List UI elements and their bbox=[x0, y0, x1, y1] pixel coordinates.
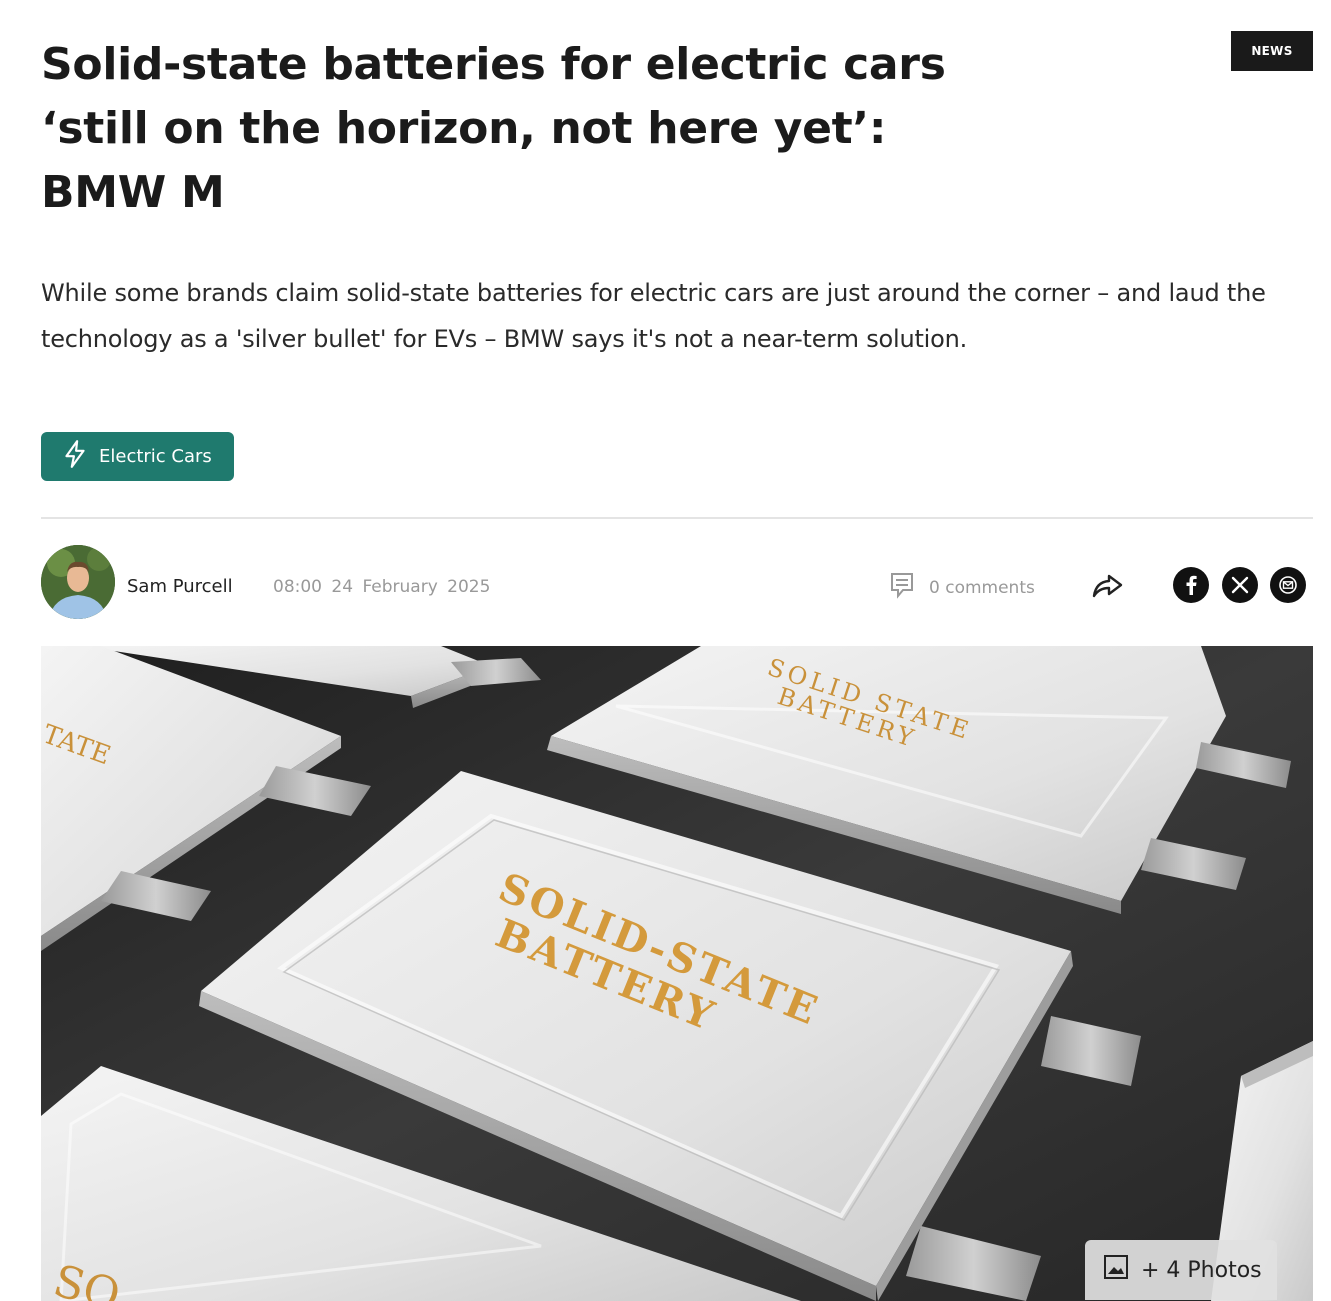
byline: Sam Purcell 08:00 24 February 2025 0 com… bbox=[41, 545, 1313, 619]
publish-date: 24 February 2025 bbox=[331, 577, 491, 597]
share-arrow-icon[interactable] bbox=[1091, 573, 1125, 599]
author-avatar[interactable] bbox=[41, 545, 115, 619]
lightning-icon bbox=[61, 439, 89, 474]
article-standfirst: While some brands claim solid-state batt… bbox=[41, 279, 1266, 353]
photos-button[interactable]: + 4 Photos bbox=[1085, 1240, 1277, 1300]
author-name[interactable]: Sam Purcell bbox=[127, 576, 233, 597]
tag-label: Electric Cars bbox=[99, 446, 212, 467]
mail-icon[interactable] bbox=[1270, 567, 1306, 603]
publish-timestamp: 08:00 24 February 2025 bbox=[273, 577, 490, 597]
electric-cars-tag[interactable]: Electric Cars bbox=[41, 432, 234, 481]
image-icon bbox=[1103, 1254, 1129, 1286]
comments-link[interactable]: 0 comments bbox=[889, 571, 1035, 604]
publish-time: 08:00 bbox=[273, 577, 322, 597]
comment-icon bbox=[889, 571, 915, 604]
photos-count-label: + 4 Photos bbox=[1141, 1257, 1262, 1283]
comments-count: 0 comments bbox=[929, 577, 1035, 598]
article-title: Solid-state batteries for electric cars … bbox=[41, 39, 946, 218]
facebook-icon[interactable] bbox=[1173, 567, 1209, 603]
x-icon[interactable] bbox=[1222, 567, 1258, 603]
divider bbox=[41, 517, 1313, 519]
news-badge: NEWS bbox=[1231, 31, 1313, 71]
hero-image[interactable]: TATE SOLID STATE BATTERY SOLID-STATE BAT… bbox=[41, 646, 1313, 1301]
